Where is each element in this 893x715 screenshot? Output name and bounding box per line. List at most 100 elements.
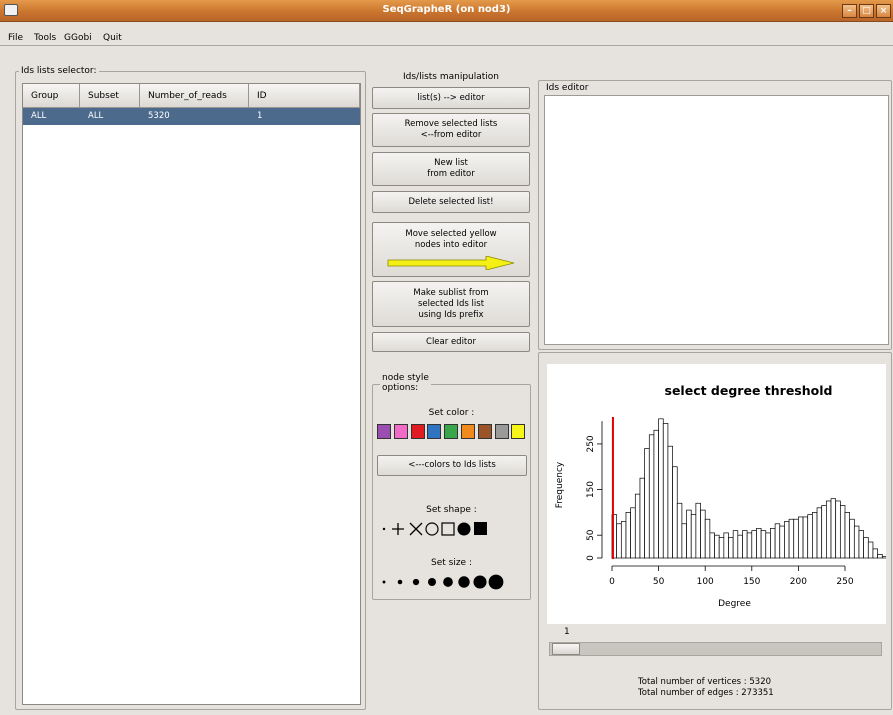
size-dot-icon[interactable] [428,578,436,586]
cell-subset: ALL [88,111,104,121]
histogram-bar [658,418,664,559]
color-swatch[interactable] [427,424,442,439]
shape-cross-icon[interactable] [409,522,423,536]
color-swatch[interactable] [477,424,492,439]
delete-selected-list-button[interactable]: Delete selected list! [372,191,530,213]
new-list-button[interactable]: New list from editor [372,152,530,186]
set-shape-label: Set shape : [426,505,477,515]
manipulation-label: Ids/lists manipulation [402,72,500,82]
menu-ggobi[interactable]: GGobi [64,33,92,43]
histogram-bar [620,521,627,559]
histogram-bar [746,532,753,559]
new-list-label-1: New list [434,158,468,168]
y-tick-label: 150 [586,481,596,498]
color-swatch[interactable] [511,424,526,439]
shape-dot-icon[interactable] [382,527,386,531]
histogram-bar [616,523,622,559]
histogram-bar [667,445,673,559]
title-bar: SeqGrapheR (on nod3) [0,0,893,22]
color-swatch[interactable] [410,424,425,439]
menu-file[interactable]: File [8,33,23,43]
ids-lists-table[interactable]: Group Subset Number_of_reads ID ALL ALL … [22,83,361,705]
histogram-bar [844,512,851,559]
size-dot-icon[interactable] [443,577,453,587]
column-header-id[interactable]: ID [249,84,360,108]
histogram-bar [779,525,785,559]
list-to-editor-button[interactable]: list(s) --> editor [372,87,530,109]
histogram-bar [732,530,739,559]
remove-selected-lists-button[interactable]: Remove selected lists <--from editor [372,113,530,147]
histogram-bar [662,423,669,559]
degree-histogram-chart[interactable]: select degree threshold 0 50 100 150 200 250 De… [547,364,892,624]
yellow-arrow-icon [387,256,515,270]
histogram-bar [770,527,776,559]
shape-plus-icon[interactable] [392,523,404,535]
column-header-group[interactable]: Group [23,84,80,108]
histogram-bar [812,512,818,559]
histogram-bar [872,548,878,559]
ids-lists-selector-label: Ids lists selector: [19,66,99,76]
shape-filled-square-icon[interactable] [474,522,487,535]
clear-editor-button[interactable]: Clear editor [372,332,530,352]
histogram-bar [714,534,720,559]
shape-square-icon[interactable] [441,522,455,536]
set-size-label: Set size : [431,558,472,568]
histogram-bar [653,429,659,559]
shape-filled-circle-icon[interactable] [457,522,471,536]
threshold-slider-handle[interactable] [552,643,580,655]
histogram-bar [723,532,729,559]
y-axis-label: Frequency [555,461,565,508]
delete-selected-label: Delete selected list! [408,196,494,207]
set-color-label: Set color : [428,408,475,418]
window-menu-icon[interactable] [4,4,18,16]
move-yellow-nodes-button[interactable]: Move selected yellow nodes into editor [372,222,530,277]
cell-id: 1 [257,111,263,121]
x-tick-label: 250 [836,577,853,587]
color-swatch[interactable] [494,424,509,439]
size-selector[interactable] [378,572,528,592]
x-tick-label: 50 [653,577,665,587]
menu-tools[interactable]: Tools [34,33,56,43]
histogram-bar [784,521,790,559]
histogram-bar [672,466,678,559]
size-dot-icon[interactable] [488,574,504,590]
sublist-label-1: Make sublist from [413,287,489,298]
close-icon[interactable]: × [876,4,891,18]
make-sublist-button[interactable]: Make sublist from selected Ids list usin… [372,281,530,327]
histogram-bar [709,532,715,559]
histogram-bar [751,530,757,559]
list-to-editor-label: list(s) --> editor [417,92,485,103]
histogram-bar [807,514,813,559]
ids-editor-textarea[interactable] [544,95,889,345]
size-dot-icon[interactable] [458,576,470,588]
histogram-bar [686,509,692,559]
menu-quit[interactable]: Quit [103,33,122,43]
maximize-icon[interactable]: □ [859,4,874,18]
color-swatch[interactable] [461,424,475,439]
color-swatch[interactable] [377,424,391,439]
shape-selector[interactable] [378,518,528,538]
size-dot-icon[interactable] [473,575,487,589]
histogram-bar [639,477,645,559]
minimize-icon[interactable]: – [842,4,857,18]
histogram-bar [681,523,687,559]
chart-title: select degree threshold [665,383,833,398]
size-dot-icon[interactable] [412,578,420,586]
remove-selected-label-1: Remove selected lists [404,119,498,129]
table-row[interactable]: ALL ALL 5320 1 [23,108,360,125]
histogram-bar [816,507,823,559]
color-swatch[interactable] [444,424,459,439]
threshold-slider[interactable] [549,642,882,656]
size-dot-icon[interactable] [382,580,386,584]
degree-histogram-plot[interactable]: select degree threshold 0 50 100 150 200 250 De… [547,364,892,624]
size-dot-icon[interactable] [397,579,403,585]
shape-circle-icon[interactable] [425,522,439,536]
histogram-bar [849,518,855,559]
histogram-bar [798,516,804,559]
color-swatch[interactable] [393,424,408,439]
colors-to-ids-lists-button[interactable]: <---colors to Ids lists [377,455,527,476]
column-header-number-of-reads[interactable]: Number_of_reads [140,84,249,108]
histogram-bar [853,525,860,559]
column-header-subset[interactable]: Subset [80,84,140,108]
histogram-bar [718,537,725,559]
